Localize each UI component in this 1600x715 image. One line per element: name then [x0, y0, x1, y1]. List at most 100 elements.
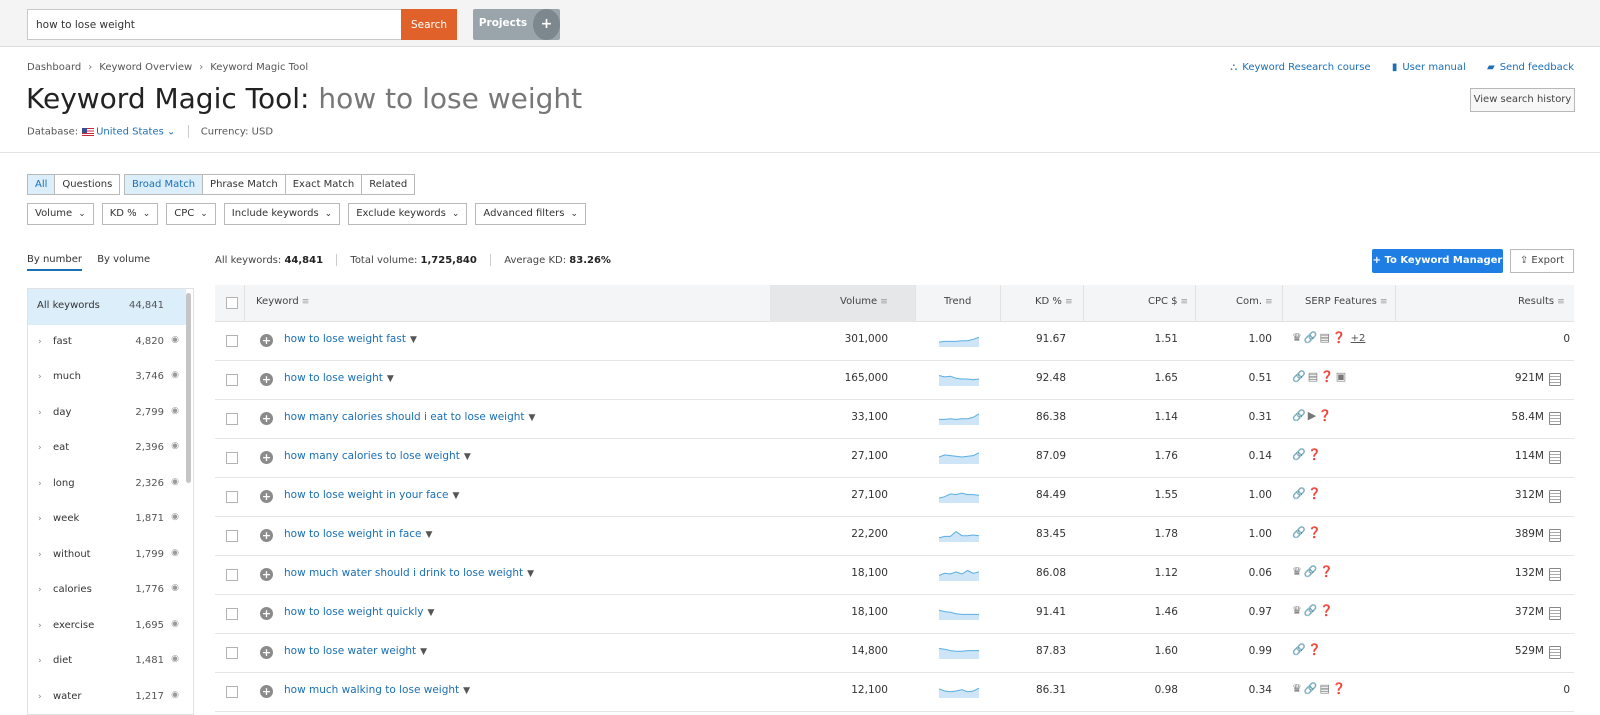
row-checkbox[interactable]	[226, 335, 238, 347]
serp-snapshot-icon[interactable]	[1549, 607, 1561, 620]
serp-snapshot-icon[interactable]	[1549, 646, 1561, 659]
row-checkbox[interactable]	[226, 530, 238, 542]
row-checkbox[interactable]	[226, 452, 238, 464]
table-row[interactable]: + how many calories should i eat to lose …	[215, 400, 1574, 439]
sidebar-item[interactable]: › eat 2,396 ◉	[28, 431, 186, 467]
add-keyword-icon[interactable]: +	[260, 607, 273, 620]
serp-snapshot-icon[interactable]	[1549, 490, 1561, 503]
add-keyword-icon[interactable]: +	[260, 412, 273, 425]
column-results[interactable]: Results ≡	[1518, 296, 1565, 307]
export-button[interactable]: ⇪ Export	[1510, 249, 1574, 273]
tab-phrase-match[interactable]: Phrase Match	[202, 175, 285, 194]
eye-icon[interactable]: ◉	[171, 441, 179, 451]
sidebar-scrollbar[interactable]	[186, 293, 191, 483]
table-row[interactable]: + how many calories to lose weight ▼ 27,100…	[215, 439, 1574, 478]
sidebar-item[interactable]: › fast 4,820 ◉	[28, 325, 186, 361]
add-keyword-icon[interactable]: +	[260, 490, 273, 503]
sidebar-item[interactable]: › without 1,799 ◉	[28, 538, 186, 574]
filter-volume[interactable]: Volume ⌄	[27, 203, 94, 225]
search-box[interactable]: ×	[27, 9, 428, 40]
chevron-right-icon[interactable]: ›	[38, 479, 42, 489]
caret-down-icon[interactable]: ▼	[427, 608, 434, 618]
column-keyword[interactable]: Keyword ≡	[256, 296, 309, 307]
table-row[interactable]: + how to lose weight in face ▼ 22,200 83.45 1…	[215, 517, 1574, 556]
caret-down-icon[interactable]: ▼	[420, 647, 427, 657]
filter-include-keywords[interactable]: Include keywords ⌄	[223, 203, 341, 225]
row-checkbox[interactable]	[226, 647, 238, 659]
chevron-right-icon[interactable]: ›	[38, 656, 42, 666]
eye-icon[interactable]: ◉	[171, 583, 179, 593]
caret-down-icon[interactable]: ▼	[527, 569, 534, 579]
caret-down-icon[interactable]: ▼	[387, 374, 394, 384]
sidebar-item[interactable]: › water 1,217 ◉	[28, 680, 186, 715]
row-checkbox[interactable]	[226, 491, 238, 503]
select-all-checkbox[interactable]	[226, 297, 238, 309]
sidebar-item[interactable]: › diet 1,481 ◉	[28, 644, 186, 680]
keyword-link[interactable]: how many calories to lose weight ▼	[284, 450, 471, 462]
eye-icon[interactable]: ◉	[171, 477, 179, 487]
serp-snapshot-icon[interactable]	[1549, 412, 1561, 425]
caret-down-icon[interactable]: ▼	[464, 452, 471, 462]
keyword-link[interactable]: how to lose weight in your face ▼	[284, 489, 459, 501]
column-cpc[interactable]: CPC $ ≡	[1148, 296, 1188, 307]
table-row[interactable]: + how much walking to lose weight ▼ 12,100 8…	[215, 673, 1574, 712]
add-keyword-icon[interactable]: +	[260, 334, 273, 347]
chevron-right-icon[interactable]: ›	[38, 692, 42, 702]
table-row[interactable]: + how to lose weight fast ▼ 301,000 91.67 1.5…	[215, 322, 1574, 361]
keyword-link[interactable]: how to lose weight fast ▼	[284, 333, 417, 345]
caret-down-icon[interactable]: ▼	[463, 686, 470, 696]
tab-broad-match[interactable]: Broad Match	[125, 175, 203, 194]
sidebar-item[interactable]: › day 2,799 ◉	[28, 396, 186, 432]
chevron-right-icon[interactable]: ›	[38, 372, 42, 382]
row-checkbox[interactable]	[226, 608, 238, 620]
sidebar-item[interactable]: › long 2,326 ◉	[28, 467, 186, 503]
tab-questions[interactable]: Questions	[54, 175, 120, 194]
tab-by-number[interactable]: By number	[27, 254, 82, 271]
to-keyword-manager-button[interactable]: + To Keyword Manager	[1372, 249, 1503, 273]
row-checkbox[interactable]	[226, 686, 238, 698]
breadcrumb-dashboard[interactable]: Dashboard	[27, 62, 81, 73]
serp-features-icons[interactable]: 🔗▶❓	[1292, 409, 1334, 422]
add-keyword-icon[interactable]: +	[260, 568, 273, 581]
serp-features-icons[interactable]: ♛🔗▤❓ +2	[1292, 331, 1365, 344]
database-country-select[interactable]: United States ⌄	[96, 127, 175, 138]
serp-features-icons[interactable]: ♛🔗▤❓	[1292, 682, 1348, 695]
chevron-right-icon[interactable]: ›	[38, 408, 42, 418]
column-kd[interactable]: KD % ≡	[1035, 296, 1073, 307]
keyword-link[interactable]: how much walking to lose weight ▼	[284, 684, 470, 696]
filter-advanced[interactable]: Advanced filters ⌄	[475, 203, 587, 225]
row-checkbox[interactable]	[226, 569, 238, 581]
caret-down-icon[interactable]: ▼	[426, 530, 433, 540]
add-keyword-icon[interactable]: +	[260, 451, 273, 464]
keyword-course-link[interactable]: ⛬ Keyword Research course	[1230, 62, 1370, 73]
tab-by-volume[interactable]: By volume	[97, 254, 150, 265]
view-search-history-button[interactable]: View search history	[1470, 88, 1575, 112]
tab-related[interactable]: Related	[361, 175, 415, 194]
eye-icon[interactable]: ◉	[171, 512, 179, 522]
table-row[interactable]: + how to lose weight ▼ 165,000 92.48 1.65 0.51…	[215, 361, 1574, 400]
search-button[interactable]: Search	[401, 9, 457, 40]
table-row[interactable]: + how to lose water weight ▼ 14,800 87.83 1.6…	[215, 634, 1574, 673]
caret-down-icon[interactable]: ▼	[529, 413, 536, 423]
eye-icon[interactable]: ◉	[171, 654, 179, 664]
serp-snapshot-icon[interactable]	[1549, 568, 1561, 581]
keyword-link[interactable]: how to lose weight in face ▼	[284, 528, 432, 540]
sidebar-item[interactable]: › calories 1,776 ◉	[28, 573, 186, 609]
eye-icon[interactable]: ◉	[171, 619, 179, 629]
user-manual-link[interactable]: ▮ User manual	[1392, 62, 1466, 73]
serp-features-icons[interactable]: 🔗❓	[1292, 448, 1323, 461]
eye-icon[interactable]: ◉	[171, 406, 179, 416]
serp-features-icons[interactable]: 🔗▤❓▣	[1292, 370, 1348, 383]
filter-cpc[interactable]: CPC ⌄	[166, 203, 216, 225]
filter-kd[interactable]: KD % ⌄	[101, 203, 159, 225]
add-keyword-icon[interactable]: +	[260, 373, 273, 386]
keyword-link[interactable]: how to lose weight quickly ▼	[284, 606, 434, 618]
eye-icon[interactable]: ◉	[171, 548, 179, 558]
sidebar-item[interactable]: › much 3,746 ◉	[28, 360, 186, 396]
caret-down-icon[interactable]: ▼	[410, 335, 417, 345]
table-row[interactable]: + how to lose weight in your face ▼ 27,100 8…	[215, 478, 1574, 517]
table-row[interactable]: + how much water should i drink to lose w…	[215, 556, 1574, 595]
breadcrumb-keyword-overview[interactable]: Keyword Overview	[99, 62, 192, 73]
chevron-right-icon[interactable]: ›	[38, 514, 42, 524]
chevron-right-icon[interactable]: ›	[38, 443, 42, 453]
